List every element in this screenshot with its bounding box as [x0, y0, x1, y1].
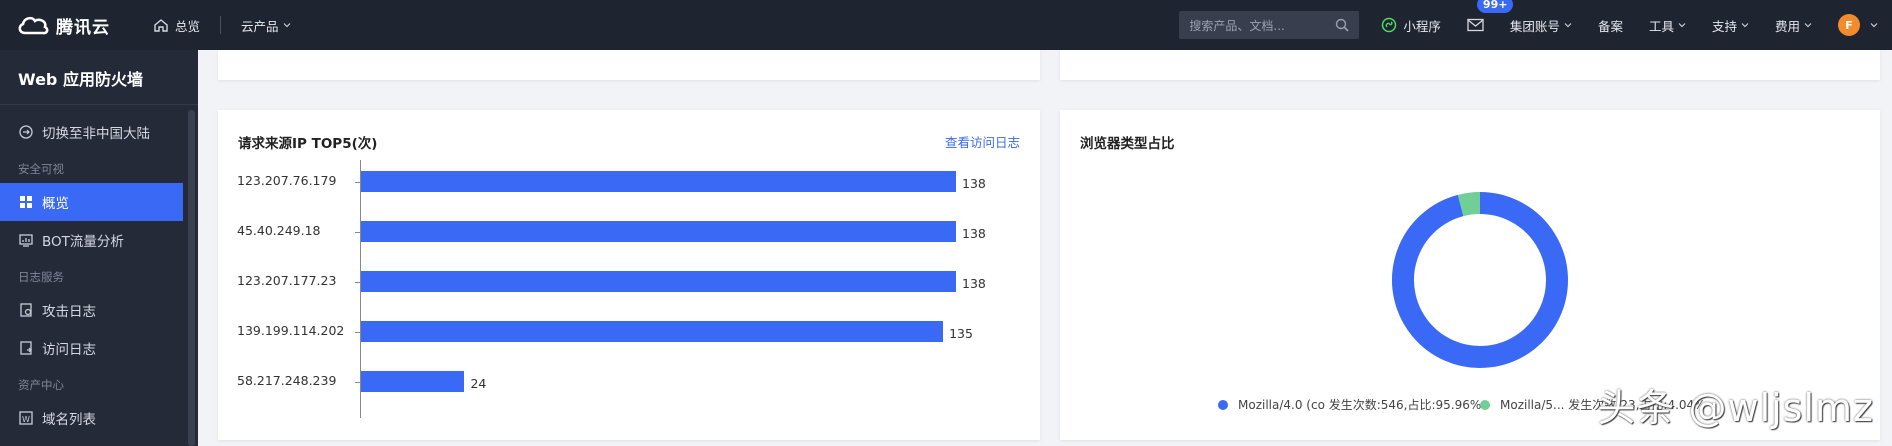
sidebar-item-label: BOT流量分析	[42, 234, 124, 250]
sidebar-scrollbar[interactable]	[188, 110, 195, 446]
chevron-down-icon	[1870, 23, 1878, 28]
ip-card-title: 请求来源IP TOP5(次)	[238, 136, 378, 152]
tools-menu[interactable]: 工具	[1649, 16, 1686, 35]
bar-value-label: 138	[962, 276, 986, 291]
domain-list-icon: W	[19, 411, 33, 425]
bar[interactable]	[361, 371, 465, 392]
sidebar-item-bot-analysis[interactable]: BOT流量分析	[0, 221, 183, 259]
view-access-log-link[interactable]: 查看访问日志	[945, 132, 1020, 151]
account-menu[interactable]: 集团账号	[1510, 16, 1572, 35]
billing-menu[interactable]: 费用	[1775, 16, 1812, 35]
nav-divider	[220, 16, 222, 34]
axis-tick	[355, 282, 360, 283]
overview-link[interactable]: 总览	[153, 16, 200, 35]
notification-badge: 99+	[1476, 0, 1514, 13]
axis-tick	[355, 332, 360, 333]
donut-slice[interactable]	[1457, 192, 1481, 217]
support-label: 支持	[1711, 18, 1737, 34]
overview-label: 总览	[175, 18, 201, 34]
chevron-down-icon	[283, 23, 290, 28]
search-icon[interactable]	[1335, 18, 1349, 32]
chevron-down-icon	[1741, 23, 1749, 28]
support-menu[interactable]: 支持	[1712, 16, 1749, 35]
bar[interactable]	[361, 321, 944, 342]
top-card-left	[218, 50, 1040, 80]
monitor-chart-icon	[19, 234, 33, 247]
sidebar-item-label: 攻击日志	[42, 304, 96, 320]
bar-category-label: 123.207.177.23	[237, 273, 337, 288]
globe-switch-icon	[19, 125, 33, 139]
filing-link[interactable]: 备案	[1598, 16, 1623, 35]
legend-dot	[1480, 399, 1490, 410]
attack-log-icon	[20, 303, 32, 317]
sidebar-divider	[0, 104, 198, 105]
sidebar-item-access-log[interactable]: 访问日志	[0, 329, 183, 367]
bar[interactable]	[361, 271, 956, 292]
sidebar-item-overview[interactable]: 概览	[0, 183, 183, 221]
donut-slice[interactable]	[1392, 192, 1568, 368]
top-card-right	[1060, 50, 1880, 80]
bar-value-label: 135	[949, 326, 973, 341]
sidebar: Web 应用防火墙 切换至非中国大陆 安全可视 概览 BOT流量分析 日志服务 …	[0, 50, 198, 446]
axis-tick	[355, 232, 360, 233]
bar[interactable]	[361, 221, 956, 242]
switch-region-label: 切换至非中国大陆	[42, 126, 150, 142]
axis-tick	[355, 382, 360, 383]
brand-name: 腾讯云	[56, 17, 110, 38]
group-log-service: 日志服务	[18, 270, 64, 284]
sidebar-item-attack-log[interactable]: 攻击日志	[0, 291, 183, 329]
mail-icon	[1467, 18, 1484, 32]
bar-category-label: 139.199.114.202	[237, 323, 345, 338]
bar-value-label: 24	[470, 376, 487, 391]
legend-item[interactable]: Mozilla/4.0 (co 发生次数:546,占比:95.96%	[1218, 396, 1481, 413]
chevron-down-icon	[1804, 23, 1812, 28]
avatar: F	[1838, 14, 1860, 36]
bar[interactable]	[361, 171, 956, 192]
brand-logo[interactable]: 腾讯云	[16, 13, 131, 38]
products-menu[interactable]: 云产品	[241, 16, 291, 35]
account-label: 集团账号	[1509, 18, 1560, 34]
switch-region-button[interactable]: 切换至非中国大陆	[0, 113, 183, 151]
bar-value-label: 138	[962, 176, 986, 191]
group-security-visual: 安全可视	[18, 162, 64, 176]
ip-top5-card: 请求来源IP TOP5(次) 查看访问日志 123.207.76.179 138 4…	[218, 110, 1040, 440]
axis-tick	[355, 182, 360, 183]
watermark: 头条 @wljslmz	[1597, 386, 1874, 430]
browser-card-title: 浏览器类型占比	[1080, 136, 1175, 152]
chevron-down-icon	[1564, 23, 1572, 28]
access-log-icon	[20, 341, 32, 355]
top-navbar: 腾讯云 总览 云产品 搜索产品、文档... 小程序 99+ 集团账号 备案 工具	[0, 0, 1892, 50]
browser-donut-chart	[1392, 192, 1568, 368]
mini-program-link[interactable]: 小程序	[1381, 16, 1441, 35]
filing-label: 备案	[1597, 18, 1623, 34]
bar-category-label: 123.207.76.179	[237, 173, 337, 188]
sidebar-item-label: 域名列表	[42, 412, 96, 428]
search-input[interactable]: 搜索产品、文档...	[1179, 11, 1360, 39]
chevron-down-icon	[1678, 23, 1686, 28]
product-title: Web 应用防火墙	[18, 70, 143, 89]
billing-label: 费用	[1774, 18, 1800, 34]
sidebar-item-label: 访问日志	[42, 342, 96, 358]
bar-category-label: 45.40.249.18	[237, 223, 321, 238]
home-icon	[154, 19, 168, 32]
grid-icon	[20, 196, 32, 208]
bar-category-label: 58.217.248.239	[237, 373, 337, 388]
svg-text:W: W	[22, 415, 30, 424]
mini-program-icon	[1382, 17, 1397, 33]
mini-program-label: 小程序	[1403, 18, 1441, 34]
group-asset-center: 资产中心	[18, 378, 64, 392]
legend-label: Mozilla/4.0 (co 发生次数:546,占比:95.96%	[1238, 398, 1482, 412]
sidebar-item-label: 概览	[42, 196, 69, 212]
legend-dot	[1218, 399, 1228, 410]
cloud-logo-icon	[18, 16, 49, 35]
products-label: 云产品	[241, 18, 279, 34]
sidebar-item-domain-list[interactable]: W 域名列表	[0, 399, 183, 437]
tools-label: 工具	[1648, 18, 1674, 34]
user-menu[interactable]: F	[1838, 14, 1878, 36]
bar-value-label: 138	[962, 226, 986, 241]
search-placeholder: 搜索产品、文档...	[1189, 18, 1285, 33]
messages-button[interactable]: 99+	[1467, 0, 1514, 32]
